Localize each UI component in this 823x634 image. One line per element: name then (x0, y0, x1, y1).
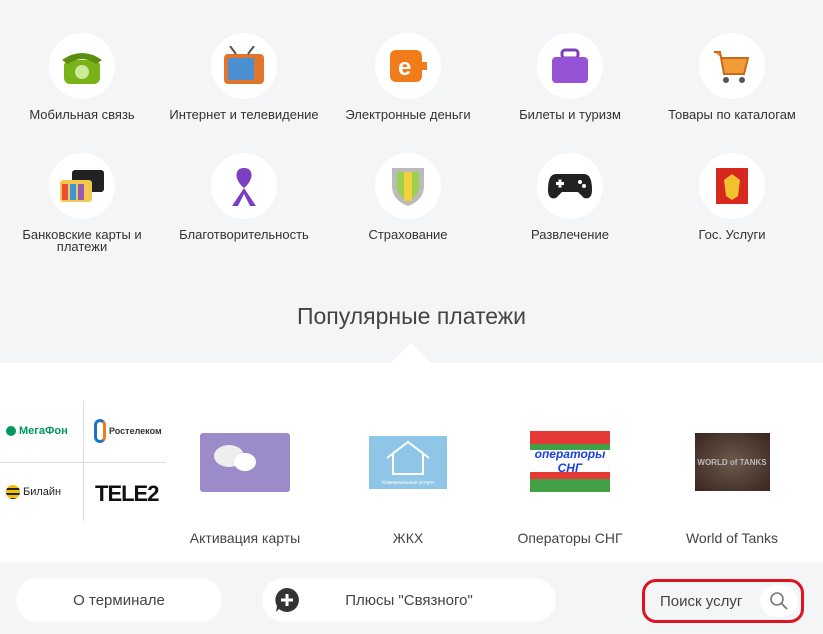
operator-tele2[interactable]: TELE2 (95, 481, 159, 507)
svg-text:e: e (398, 54, 411, 81)
beeline-logo-icon (6, 485, 20, 499)
about-terminal-button[interactable]: О терминале (16, 578, 222, 622)
category-e-money[interactable]: e Электронные деньги (328, 33, 488, 121)
utilities-image: Коммунальные услуги (369, 436, 447, 489)
category-gov-services[interactable]: Гос. Услуги (652, 153, 812, 241)
shield-icon (375, 153, 441, 219)
coat-of-arms-icon (699, 153, 765, 219)
popular-payments-panel: МегаФон Ростелеком Билайн TELE2 Активаци… (0, 363, 823, 562)
category-tickets[interactable]: Билеты и туризм (490, 33, 650, 121)
category-entertainment[interactable]: Развлечение (490, 153, 650, 241)
card-activation-image (200, 433, 290, 492)
ribbon-icon (211, 153, 277, 219)
category-internet-tv[interactable]: Интернет и телевидение (164, 33, 324, 121)
cards-icon (49, 153, 115, 219)
category-mobile[interactable]: Мобильная связь (2, 33, 162, 121)
category-charity[interactable]: Благотворительность (164, 153, 324, 241)
category-insurance[interactable]: Страхование (328, 153, 488, 241)
operator-rostelecom[interactable]: Ростелеком (94, 419, 162, 443)
cis-operators-image: операторы СНГ (530, 431, 610, 492)
suitcase-icon (537, 33, 603, 99)
section-pointer (390, 343, 432, 364)
megafon-logo-icon (6, 426, 16, 436)
tv-icon (211, 33, 277, 99)
popular-cis-operators[interactable]: операторы СНГ Операторы СНГ (490, 431, 650, 546)
speech-bubble-icon (275, 588, 299, 612)
operators-grid: МегаФон Ростелеком Билайн TELE2 (0, 401, 166, 521)
search-input[interactable]: Поиск услуг (660, 593, 742, 610)
phone-icon (49, 33, 115, 99)
popular-card-activation[interactable]: Активация карты (165, 433, 325, 546)
operator-beeline[interactable]: Билайн (6, 485, 61, 499)
operator-megafon[interactable]: МегаФон (6, 425, 68, 437)
world-of-tanks-image: WORLD of TANKS (694, 433, 770, 491)
e-money-icon: e (375, 33, 441, 99)
popular-zhkh[interactable]: Коммунальные услуги Операторы СНГ ЖКХ (328, 433, 488, 546)
category-catalog[interactable]: Товары по каталогам (652, 33, 812, 121)
gamepad-icon (537, 153, 603, 219)
cart-icon (699, 33, 765, 99)
service-search[interactable]: Поиск услуг (642, 579, 804, 623)
popular-payments-title: Популярные платежи (296, 303, 527, 329)
category-bank-cards[interactable]: Банковские карты и платежи (2, 153, 162, 253)
popular-world-of-tanks[interactable]: WORLD of TANKS World of Tanks (652, 433, 812, 546)
rostelecom-logo-icon (94, 419, 106, 443)
search-button[interactable] (760, 585, 798, 617)
search-icon (770, 592, 788, 610)
svyaznoy-plus-button[interactable]: Плюсы "Связного" (262, 578, 556, 622)
